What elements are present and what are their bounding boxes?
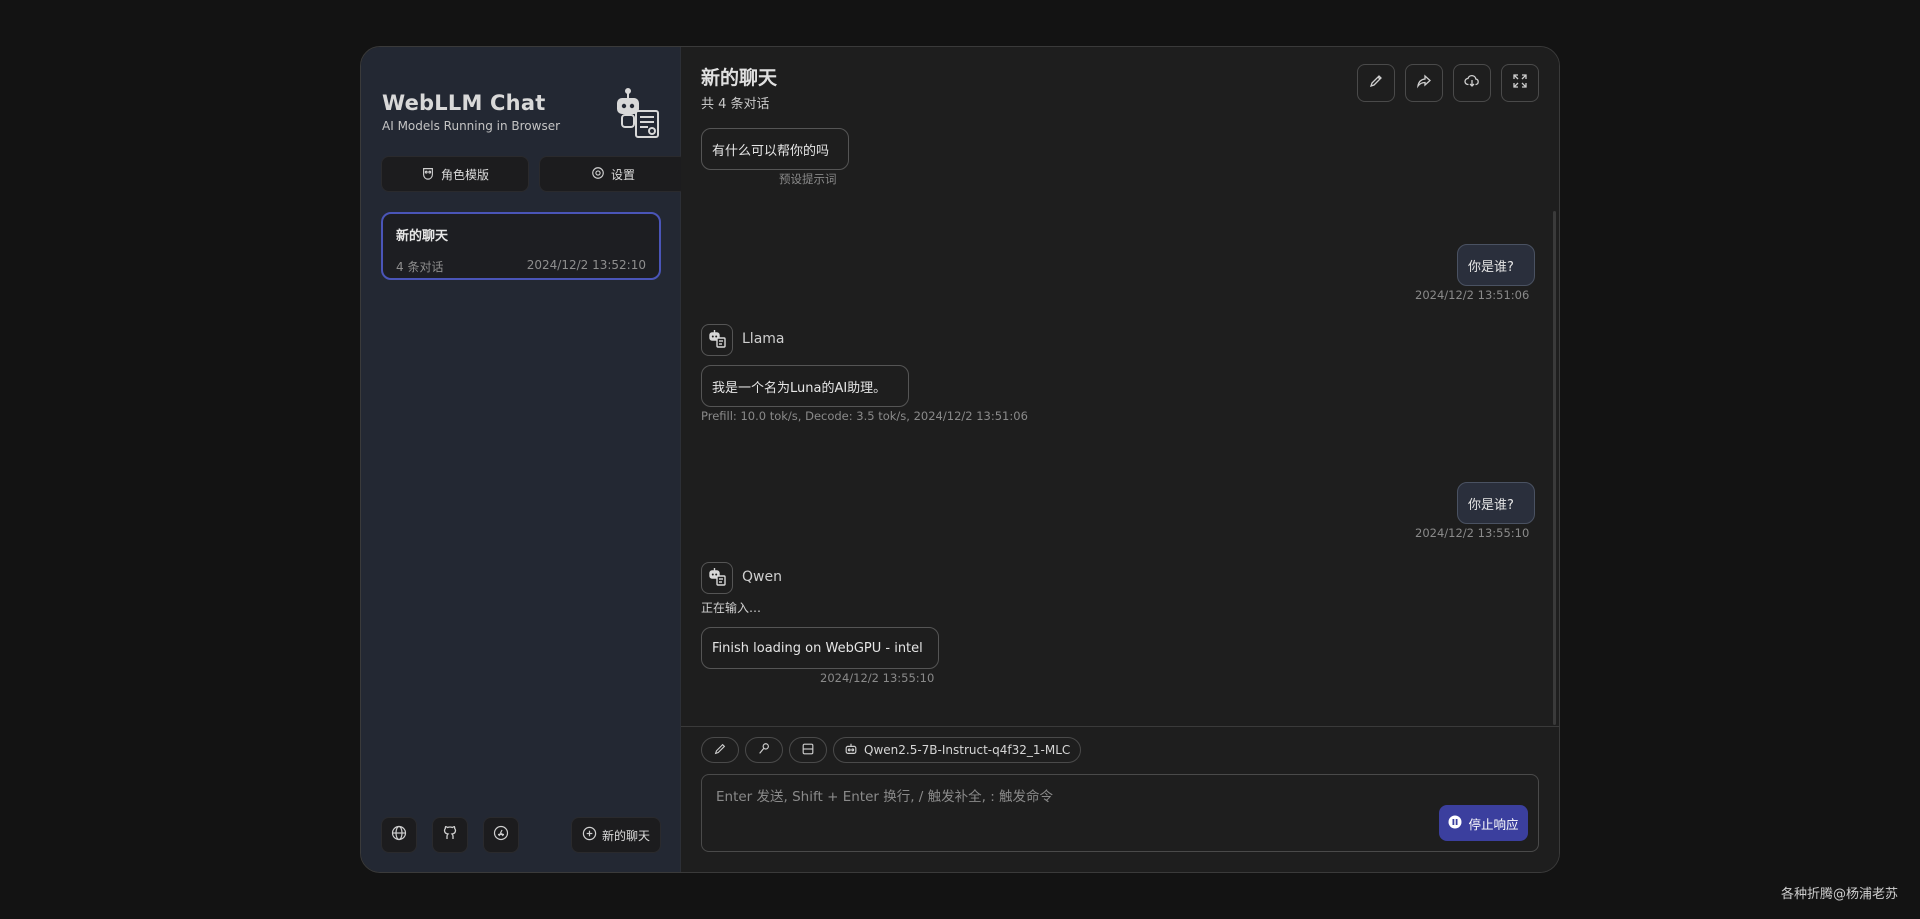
chat-panel: 新的聊天 共 4 条对话 有什么可以帮你的吗 预设提示词 你是谁? 2024/1… [681, 47, 1559, 872]
user-message-text: 你是谁? [1468, 497, 1514, 513]
chat-item-count: 4 条对话 [396, 260, 444, 274]
mask-icon [421, 166, 435, 183]
bot-message-text: 我是一个名为Luna的AI助理。 [712, 380, 887, 396]
share-button[interactable] [1405, 64, 1443, 102]
user-message-text: 你是谁? [1468, 259, 1514, 275]
fullscreen-button[interactable] [1501, 64, 1539, 102]
prompt-icon [757, 742, 771, 759]
user-message-time: 2024/12/2 13:51:06 [1415, 288, 1530, 302]
sidebar-footer: 新的聊天 [381, 817, 661, 853]
globe-icon [391, 825, 407, 845]
preset-message-text: 有什么可以帮你的吗 [712, 143, 830, 159]
app-store-button[interactable] [483, 817, 519, 853]
role-template-label: 角色模版 [440, 167, 489, 182]
stop-response-label: 停止响应 [1468, 816, 1519, 832]
bot-message: Finish loading on WebGPU - intel [701, 627, 939, 669]
plus-circle-icon [582, 826, 597, 844]
app-window: WebLLM Chat AI Models Running in Browser [360, 46, 1560, 873]
input-toolbar: Qwen2.5-7B-Instruct-q4f32_1-MLC [701, 737, 1082, 763]
app-subtitle: AI Models Running in Browser [382, 119, 561, 133]
brush-icon [713, 742, 727, 759]
robot-icon [707, 328, 727, 352]
chat-input[interactable] [702, 775, 1538, 851]
app-store-icon [493, 825, 509, 845]
share-icon [1416, 73, 1432, 93]
github-icon [442, 825, 458, 845]
robot-icon [614, 87, 662, 139]
preset-message: 有什么可以帮你的吗 [701, 128, 849, 170]
header-actions [1357, 64, 1539, 102]
chat-list-item[interactable]: 新的聊天 4 条对话 2024/12/2 13:52:10 [381, 212, 661, 280]
layout-button[interactable] [789, 737, 827, 763]
bot-avatar [701, 562, 733, 594]
app-title: WebLLM Chat [382, 91, 546, 115]
edit-button[interactable] [1357, 64, 1395, 102]
globe-button[interactable] [381, 817, 417, 853]
bot-message-text: Finish loading on WebGPU - intel [712, 640, 923, 656]
new-chat-label: 新的聊天 [601, 828, 650, 843]
fullscreen-icon [1512, 73, 1528, 93]
chat-item-time: 2024/12/2 13:52:10 [526, 258, 646, 272]
chat-item-meta: 4 条对话 2024/12/2 13:52:10 [396, 258, 646, 275]
chat-title[interactable]: 新的聊天 [701, 63, 777, 90]
sidebar: WebLLM Chat AI Models Running in Browser [361, 47, 687, 872]
chat-input-box: 停止响应 [701, 774, 1539, 852]
stop-response-button[interactable]: 停止响应 [1439, 805, 1528, 841]
preset-label: 预设提示词 [779, 172, 837, 186]
bot-message-meta: Prefill: 10.0 tok/s, Decode: 3.5 tok/s, … [701, 409, 1028, 423]
layout-icon [801, 742, 815, 759]
user-message: 你是谁? [1457, 482, 1535, 524]
user-message: 你是谁? [1457, 244, 1535, 286]
bot-avatar [701, 324, 733, 356]
bot-message: 我是一个名为Luna的AI助理。 [701, 365, 909, 407]
chat-item-title: 新的聊天 [396, 229, 449, 244]
bot-message-time: 2024/12/2 13:55:10 [820, 671, 935, 685]
prompt-button[interactable] [745, 737, 783, 763]
edit-icon [1368, 73, 1384, 93]
role-template-button[interactable]: 角色模版 [381, 156, 529, 192]
github-button[interactable] [432, 817, 468, 853]
settings-button[interactable]: 设置 [539, 156, 687, 192]
sidebar-actions: 角色模版 设置 [381, 156, 687, 192]
gear-icon [591, 166, 605, 183]
chat-header: 新的聊天 共 4 条对话 [701, 63, 777, 112]
download-button[interactable] [1453, 64, 1491, 102]
brand: WebLLM Chat AI Models Running in Browser [382, 91, 560, 133]
robot-icon [707, 566, 727, 590]
bot-model-name: Qwen [742, 569, 782, 585]
watermark: 各种折腾@杨浦老苏 [1780, 887, 1898, 902]
stop-icon [1448, 815, 1462, 832]
input-divider [681, 726, 1559, 727]
bot-model-name: Llama [742, 331, 785, 347]
typing-indicator: 正在输入… [701, 601, 762, 615]
download-icon [1464, 73, 1480, 93]
chat-subtitle: 共 4 条对话 [701, 97, 770, 112]
robot-icon [844, 742, 858, 759]
settings-label: 设置 [610, 167, 635, 182]
model-select-button[interactable]: Qwen2.5-7B-Instruct-q4f32_1-MLC [833, 737, 1082, 763]
model-label: Qwen2.5-7B-Instruct-q4f32_1-MLC [864, 743, 1071, 757]
new-chat-button[interactable]: 新的聊天 [571, 817, 661, 853]
chat-scrollbar[interactable] [1553, 211, 1556, 725]
user-message-time: 2024/12/2 13:55:10 [1415, 526, 1530, 540]
clear-context-button[interactable] [701, 737, 739, 763]
